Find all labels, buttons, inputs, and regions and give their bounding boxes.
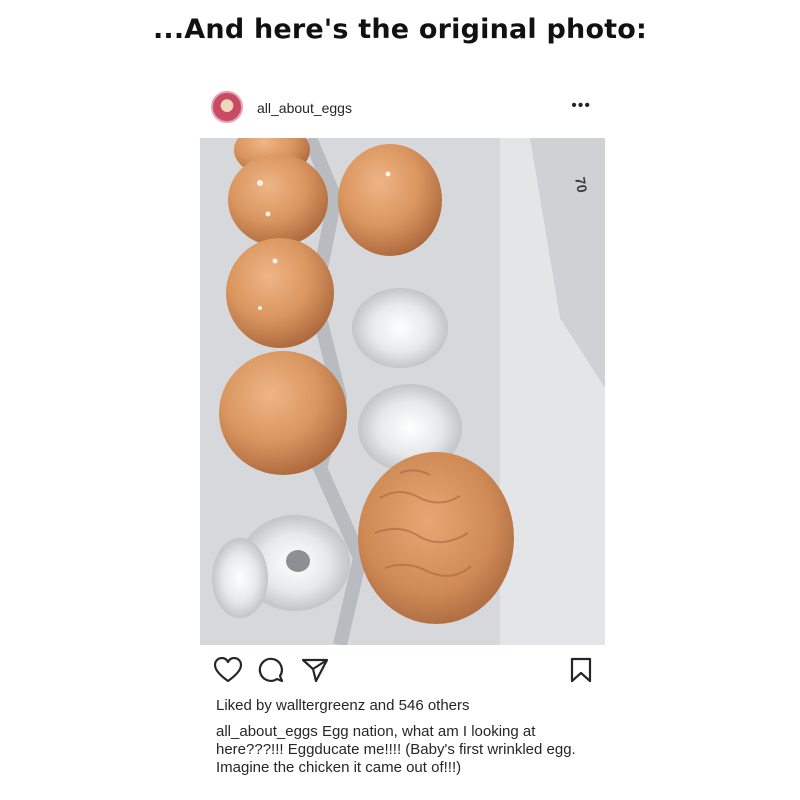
instagram-post: all_about_eggs ••• 70 Liked by walltergr…	[200, 85, 605, 776]
egg	[226, 238, 334, 348]
liker-username[interactable]: walltergreenz	[276, 697, 365, 714]
action-bar	[200, 657, 605, 687]
avatar[interactable]	[211, 91, 243, 123]
caption-username[interactable]: all_about_eggs	[216, 723, 318, 740]
send-icon[interactable]	[301, 657, 329, 683]
username[interactable]: all_about_eggs	[257, 100, 352, 116]
egg	[338, 144, 442, 256]
post-photo: 70	[200, 138, 605, 645]
liked-by-prefix: Liked by	[216, 697, 272, 714]
likes-count[interactable]: and 546 others	[369, 697, 469, 714]
post-caption: all_about_eggs Egg nation, what am I loo…	[216, 723, 591, 777]
likes-summary: Liked by walltergreenz and 546 others	[216, 697, 470, 714]
post-header: all_about_eggs •••	[200, 85, 605, 135]
wrinkled-egg	[358, 452, 514, 624]
more-options-icon[interactable]: •••	[571, 97, 591, 115]
comment-icon[interactable]	[258, 657, 284, 683]
egg	[219, 351, 347, 475]
heart-icon[interactable]	[214, 657, 242, 683]
egg	[228, 154, 328, 246]
bookmark-icon[interactable]	[570, 657, 592, 683]
empty-cup	[352, 288, 448, 368]
headline: ...And here's the original photo:	[152, 14, 648, 45]
carton-number: 70	[572, 176, 590, 194]
